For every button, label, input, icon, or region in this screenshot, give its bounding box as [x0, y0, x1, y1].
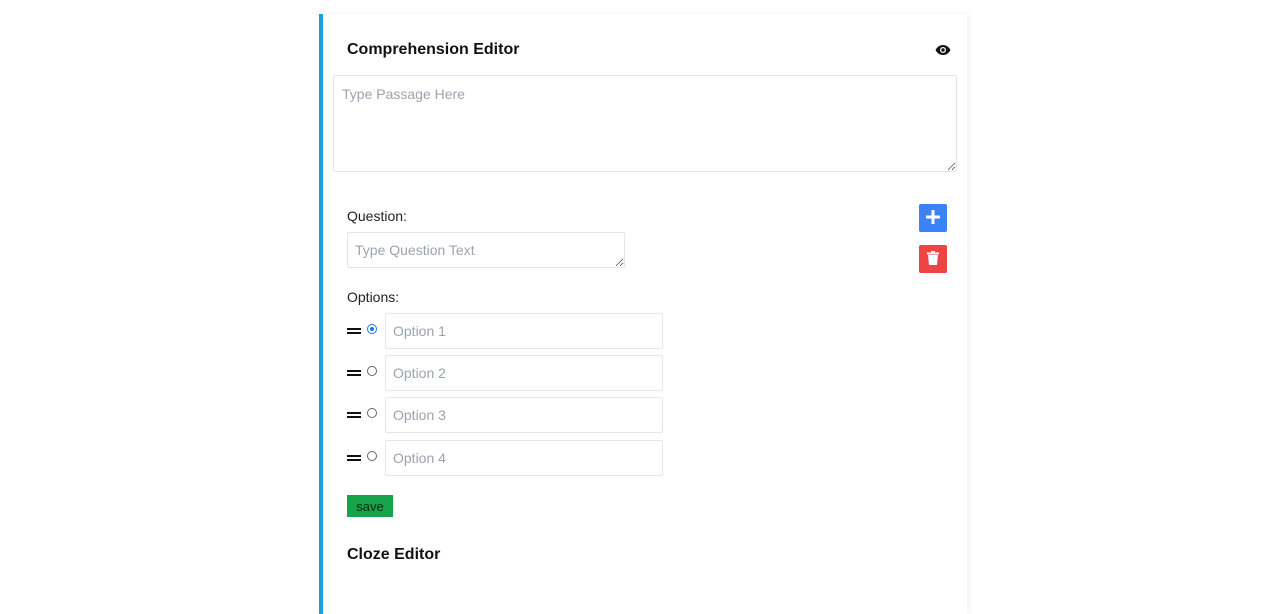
editor-title: Comprehension Editor [347, 41, 520, 58]
option-radio-3[interactable] [367, 408, 377, 418]
option-row-1 [347, 313, 667, 349]
drag-handle-icon[interactable] [347, 327, 361, 335]
option-input-4[interactable] [385, 440, 663, 476]
option-row-3 [347, 397, 667, 433]
drag-handle-icon[interactable] [347, 369, 361, 377]
plus-icon [926, 209, 940, 227]
comprehension-editor-panel: Comprehension Editor Question: Options: [319, 14, 967, 614]
option-input-3[interactable] [385, 397, 663, 433]
option-row-2 [347, 355, 667, 391]
trash-icon [927, 250, 939, 268]
cloze-editor-title: Cloze Editor [347, 546, 441, 563]
options-label: Options: [347, 289, 400, 305]
option-radio-4[interactable] [367, 451, 377, 461]
question-label: Question: [347, 208, 407, 224]
drag-handle-icon[interactable] [347, 411, 361, 419]
drag-handle-icon[interactable] [347, 454, 361, 462]
passage-textarea[interactable] [333, 75, 957, 172]
add-question-button[interactable] [919, 204, 947, 232]
option-row-4 [347, 440, 667, 476]
question-textarea[interactable] [347, 232, 625, 268]
delete-question-button[interactable] [919, 245, 947, 273]
save-button[interactable]: save [347, 495, 393, 517]
option-input-2[interactable] [385, 355, 663, 391]
option-radio-1[interactable] [367, 324, 377, 334]
option-input-1[interactable] [385, 313, 663, 349]
option-radio-2[interactable] [367, 366, 377, 376]
eye-icon[interactable] [935, 43, 951, 55]
